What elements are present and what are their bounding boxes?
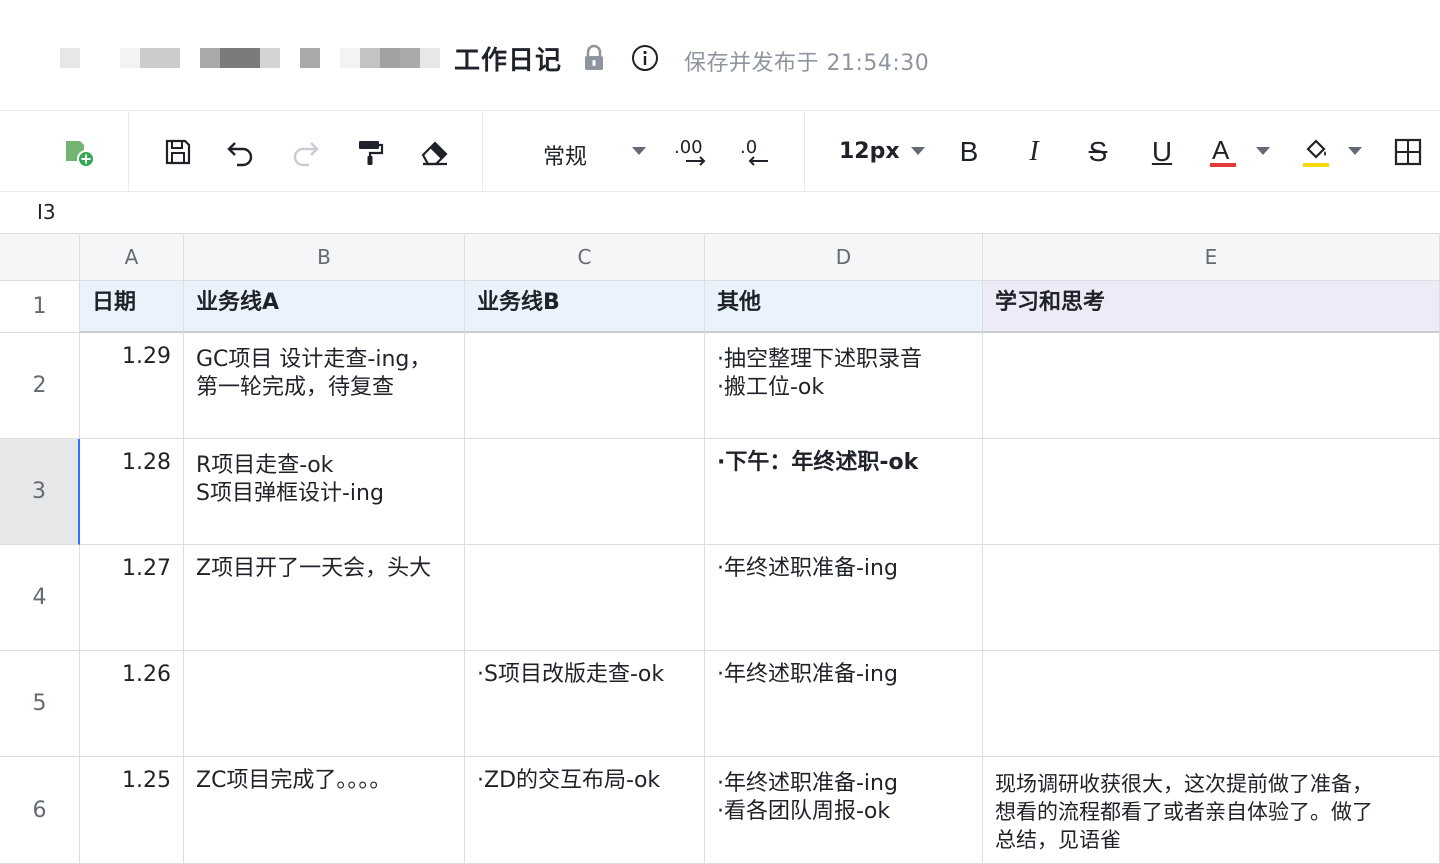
redo-icon[interactable] [288, 135, 322, 169]
save-status: 保存并发布于 21:54:30 [684, 51, 930, 76]
breadcrumb-segment[interactable] [380, 48, 400, 68]
cell-c5[interactable]: ·S项目改版走查-ok [465, 651, 705, 757]
breadcrumb-segment[interactable] [140, 48, 180, 68]
breadcrumb-segment[interactable] [360, 48, 380, 68]
cell-reference[interactable]: I3 [37, 200, 56, 224]
cell-e3[interactable] [983, 439, 1440, 545]
row-header-5[interactable]: 5 [0, 651, 80, 757]
cell-b3[interactable]: R项目走查-ok S项目弹框设计-ing [184, 439, 465, 545]
column-header-c[interactable]: C [465, 233, 705, 281]
chevron-down-icon[interactable] [1256, 147, 1270, 155]
cell-e6[interactable]: 现场调研收获很大，这次提前做了准备， 想看的流程都看了或者亲自体验了。做了 总结… [983, 757, 1440, 864]
number-format-dropdown[interactable]: 常规 [543, 139, 587, 171]
breadcrumb-segment[interactable] [120, 48, 140, 68]
breadcrumb-segment[interactable] [400, 48, 420, 68]
cell-d5[interactable]: ·年终述职准备-ing [705, 651, 983, 757]
fill-color-icon[interactable] [1299, 135, 1333, 169]
spreadsheet-grid: A B C D E 1 日期 业务线A 业务线B 其他 学习和思考 2 1.29… [0, 233, 1440, 864]
cell-e5[interactable] [983, 651, 1440, 757]
cell-b4[interactable]: Z项目开了一天会，头大 [184, 545, 465, 651]
font-color-icon[interactable]: A [1206, 135, 1240, 169]
eraser-icon[interactable] [418, 135, 452, 169]
cell-c4[interactable] [465, 545, 705, 651]
lock-icon[interactable] [582, 44, 606, 72]
toolbar-separator [804, 111, 805, 191]
cell-c3[interactable] [465, 439, 705, 545]
column-header-a[interactable]: A [80, 233, 184, 281]
chevron-down-icon[interactable] [632, 147, 646, 155]
italic-icon[interactable]: I [1017, 135, 1051, 169]
chevron-down-icon[interactable] [911, 147, 925, 155]
bold-icon[interactable]: B [952, 135, 986, 169]
toolbar-separator [128, 111, 129, 191]
borders-icon[interactable] [1391, 135, 1425, 169]
cell-a6[interactable]: 1.25 [80, 757, 184, 864]
cell-b1[interactable]: 业务线A [184, 281, 465, 333]
chevron-down-icon[interactable] [1348, 147, 1362, 155]
cell-d6[interactable]: ·年终述职准备-ing ·看各团队周报-ok [705, 757, 983, 864]
add-sheet-icon[interactable] [62, 135, 96, 169]
select-all-corner[interactable] [0, 233, 80, 281]
cell-c6[interactable]: ·ZD的交互布局-ok [465, 757, 705, 864]
format-painter-icon[interactable] [353, 135, 387, 169]
cell-d4[interactable]: ·年终述职准备-ing [705, 545, 983, 651]
row-header-2[interactable]: 2 [0, 333, 80, 439]
cell-a4[interactable]: 1.27 [80, 545, 184, 651]
cell-b5[interactable] [184, 651, 465, 757]
info-icon[interactable] [630, 43, 660, 73]
cell-b2[interactable]: GC项目 设计走查-ing， 第一轮完成，待复查 [184, 333, 465, 439]
svg-text:.00: .00 [674, 137, 703, 158]
font-size-dropdown[interactable]: 12px [839, 139, 900, 164]
breadcrumb-segment[interactable] [200, 48, 220, 68]
document-title[interactable]: 工作日记 [454, 40, 562, 77]
cell-a5[interactable]: 1.26 [80, 651, 184, 757]
cell-d3[interactable]: ·下午：年终述职-ok [705, 439, 983, 545]
cell-b6[interactable]: ZC项目完成了。。。。 [184, 757, 465, 864]
decimal-increase-icon[interactable]: .00 [672, 135, 712, 169]
svg-text:.0: .0 [740, 137, 757, 158]
cell-d1[interactable]: 其他 [705, 281, 983, 333]
cell-d2[interactable]: ·抽空整理下述职录音 ·搬工位-ok [705, 333, 983, 439]
row-header-1[interactable]: 1 [0, 281, 80, 333]
breadcrumb-segment[interactable] [420, 48, 440, 68]
breadcrumb-segment[interactable] [60, 48, 80, 68]
svg-text:A: A [1212, 135, 1230, 165]
column-header-b[interactable]: B [184, 233, 465, 281]
cell-c1[interactable]: 业务线B [465, 281, 705, 333]
cell-a3[interactable]: 1.28 [80, 439, 184, 545]
cell-e1[interactable]: 学习和思考 [983, 281, 1440, 333]
breadcrumb-segment[interactable] [260, 48, 280, 68]
decimal-decrease-icon[interactable]: .0 [738, 135, 774, 169]
toolbar-separator [482, 111, 483, 191]
column-header-d[interactable]: D [705, 233, 983, 281]
cell-a2[interactable]: 1.29 [80, 333, 184, 439]
title-bar: 工作日记 保存并发布于 21:54:30 [0, 0, 1440, 110]
strikethrough-icon[interactable]: S [1081, 135, 1115, 169]
save-icon[interactable] [161, 135, 195, 169]
cell-e2[interactable] [983, 333, 1440, 439]
breadcrumb-segment[interactable] [340, 48, 360, 68]
cell-a1[interactable]: 日期 [80, 281, 184, 333]
toolbar: 常规 .00 .0 12px B I S U A [0, 110, 1440, 192]
cell-c2[interactable] [465, 333, 705, 439]
cell-e4[interactable] [983, 545, 1440, 651]
underline-icon[interactable]: U [1145, 135, 1179, 169]
row-header-3[interactable]: 3 [0, 439, 80, 545]
undo-icon[interactable] [224, 135, 258, 169]
column-header-e[interactable]: E [983, 233, 1440, 281]
breadcrumb-segment[interactable] [220, 48, 260, 68]
row-header-6[interactable]: 6 [0, 757, 80, 864]
row-header-4[interactable]: 4 [0, 545, 80, 651]
breadcrumb-segment[interactable] [300, 48, 320, 68]
